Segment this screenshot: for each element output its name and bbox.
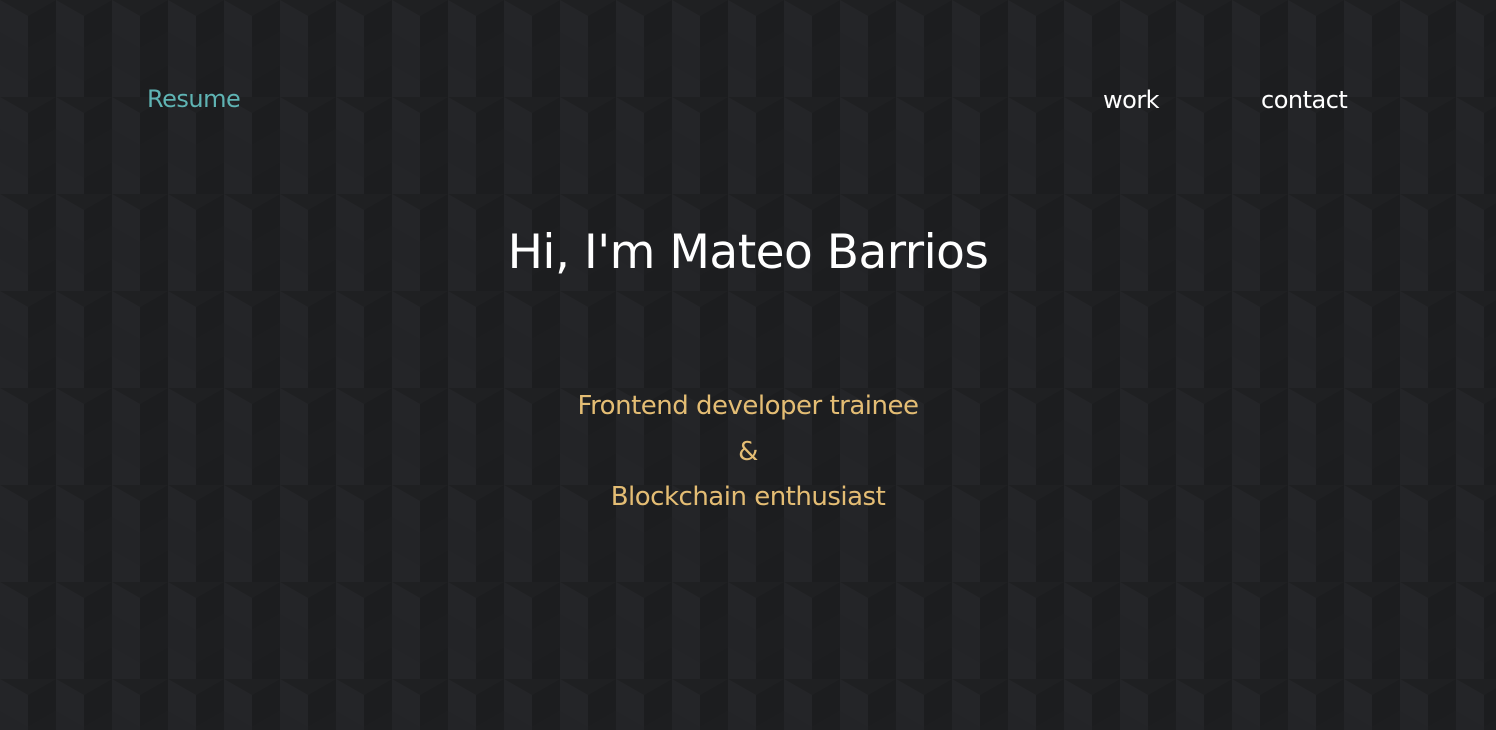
hero-section: Hi, I'm Mateo Barrios Frontend developer… <box>0 0 1496 730</box>
tagline-ampersand: & <box>738 437 758 467</box>
hero-title: Hi, I'm Mateo Barrios <box>507 225 989 280</box>
tagline-role: Frontend developer trainee <box>577 391 919 421</box>
tagline-interest: Blockchain enthusiast <box>610 482 886 512</box>
